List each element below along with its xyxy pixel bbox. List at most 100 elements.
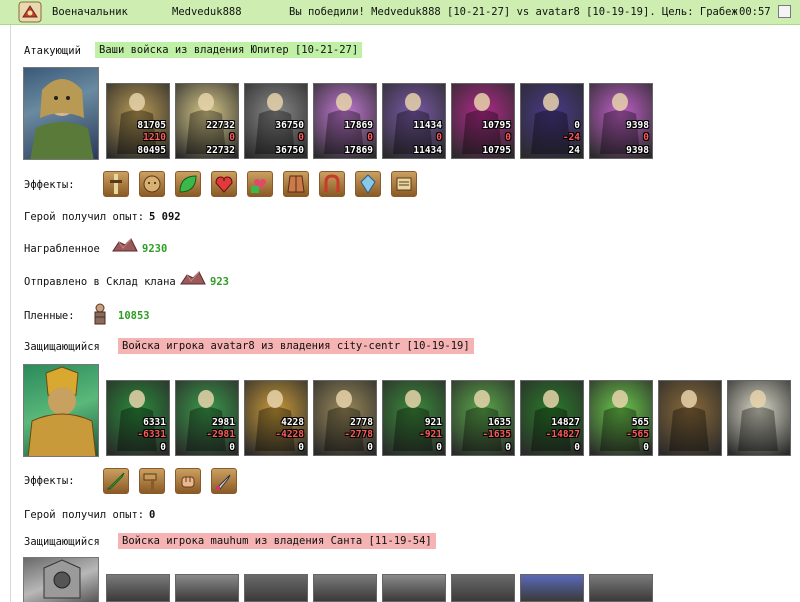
unit-count-end: 24 bbox=[568, 145, 580, 156]
defender2-unit-card[interactable] bbox=[106, 574, 170, 602]
fist-icon[interactable] bbox=[175, 468, 201, 494]
unit-count-start: 9398 bbox=[626, 120, 649, 131]
unit-count-start: 4228 bbox=[281, 417, 304, 428]
defender1-unit-card[interactable]: 14827 -14827 0 bbox=[520, 380, 584, 456]
battle-result-message: Вы победили! Medveduk888 [10-21-27] vs a… bbox=[289, 6, 738, 18]
defender2-unit-card[interactable] bbox=[520, 574, 584, 602]
defender2-label: Защищающийся bbox=[24, 536, 100, 548]
loot-label: Награбленное bbox=[24, 243, 100, 255]
unit-figure-icon bbox=[669, 390, 709, 451]
attacker-tag: Ваши войска из владения Юпитер [10-21-27… bbox=[95, 42, 363, 58]
unit-count-lost: 0 bbox=[505, 132, 511, 143]
unit-count-start: 14827 bbox=[551, 417, 580, 428]
unit-count-end: 0 bbox=[160, 442, 166, 453]
unit-count-lost: -4228 bbox=[275, 429, 304, 440]
attacker-unit-card[interactable]: 10795 0 10795 bbox=[451, 83, 515, 159]
attacker-unit-card[interactable]: 22732 0 22732 bbox=[175, 83, 239, 159]
defender1-unit-card[interactable]: 921 -921 0 bbox=[382, 380, 446, 456]
unit-count-lost: 0 bbox=[229, 132, 235, 143]
unit-count-end: 0 bbox=[505, 442, 511, 453]
attacker-unit-card[interactable]: 9398 0 9398 bbox=[589, 83, 653, 159]
unit-count-start: 921 bbox=[424, 417, 442, 428]
unit-count-lost: -24 bbox=[562, 132, 580, 143]
defender1-hero-portrait[interactable] bbox=[23, 364, 99, 457]
attacker-unit-card[interactable]: 81705 1210 80495 bbox=[106, 83, 170, 159]
close-checkbox[interactable] bbox=[778, 5, 791, 18]
unit-count-start: 17869 bbox=[344, 120, 373, 131]
unit-count-end: 0 bbox=[436, 442, 442, 453]
defender1-unit-card[interactable]: 565 -565 0 bbox=[589, 380, 653, 456]
clan-storage-label: Отправлено в Склад клана bbox=[24, 276, 176, 288]
header-title: Военачальник bbox=[52, 6, 128, 18]
clan-storage-value: 923 bbox=[210, 276, 229, 288]
header-bar: Военачальник Medveduk888 Вы победили! Me… bbox=[0, 0, 800, 25]
defender2-unit-card[interactable] bbox=[451, 574, 515, 602]
defender1-unit-card[interactable] bbox=[658, 380, 722, 456]
dagger-icon[interactable] bbox=[211, 468, 237, 494]
defender1-unit-card[interactable]: 1635 -1635 0 bbox=[451, 380, 515, 456]
defender2-unit-card[interactable] bbox=[313, 574, 377, 602]
defender1-unit-card[interactable] bbox=[727, 380, 791, 456]
unit-count-end: 11434 bbox=[413, 145, 442, 156]
unit-count-start: 0 bbox=[574, 120, 580, 131]
defender1-unit-card[interactable]: 4228 -4228 0 bbox=[244, 380, 308, 456]
unit-count-end: 9398 bbox=[626, 145, 649, 156]
unit-count-lost: 0 bbox=[367, 132, 373, 143]
unit-count-lost: -2981 bbox=[206, 429, 235, 440]
unit-figure-icon bbox=[738, 390, 778, 451]
unit-count-start: 2981 bbox=[212, 417, 235, 428]
defender1-unit-card[interactable]: 6331 -6331 0 bbox=[106, 380, 170, 456]
defender1-unit-card[interactable]: 2981 -2981 0 bbox=[175, 380, 239, 456]
unit-count-lost: 0 bbox=[298, 132, 304, 143]
scroll-icon[interactable] bbox=[391, 171, 417, 197]
unit-count-lost: -14827 bbox=[545, 429, 580, 440]
horseshoe-icon[interactable] bbox=[319, 171, 345, 197]
attacker-exp-value: 5 092 bbox=[149, 211, 181, 223]
armor-icon[interactable] bbox=[283, 171, 309, 197]
unit-count-end: 10795 bbox=[482, 145, 511, 156]
attacker-unit-card[interactable]: 36750 0 36750 bbox=[244, 83, 308, 159]
defender1-unit-card[interactable]: 2778 -2778 0 bbox=[313, 380, 377, 456]
attacker-unit-card[interactable]: 17869 0 17869 bbox=[313, 83, 377, 159]
defender2-unit-card[interactable] bbox=[175, 574, 239, 602]
attacker-effects-label: Эффекты: bbox=[24, 179, 75, 191]
defender1-effects-label: Эффекты: bbox=[24, 475, 75, 487]
attacker-unit-card[interactable]: 11434 0 11434 bbox=[382, 83, 446, 159]
defender2-unit-card[interactable] bbox=[244, 574, 308, 602]
unit-count-lost: -6331 bbox=[137, 429, 166, 440]
prisoner-icon bbox=[91, 303, 109, 330]
header-time: 00:57 bbox=[739, 6, 771, 18]
defender2-hero-portrait[interactable] bbox=[23, 557, 99, 602]
lion-head-icon[interactable] bbox=[139, 171, 165, 197]
attacker-unit-card[interactable]: 0 -24 24 bbox=[520, 83, 584, 159]
unit-count-lost: -921 bbox=[419, 429, 442, 440]
attacker-hero-portrait[interactable] bbox=[23, 67, 99, 160]
loot-value: 9230 bbox=[142, 243, 168, 255]
unit-count-lost: 0 bbox=[436, 132, 442, 143]
heart-icon[interactable] bbox=[211, 171, 237, 197]
unit-count-start: 22732 bbox=[206, 120, 235, 131]
defender2-unit-card[interactable] bbox=[589, 574, 653, 602]
hammer-icon[interactable] bbox=[139, 468, 165, 494]
game-logo-icon[interactable] bbox=[18, 1, 42, 23]
header-username[interactable]: Medveduk888 bbox=[172, 6, 242, 18]
defender1-exp-value: 0 bbox=[149, 509, 156, 521]
defender1-label: Защищающийся bbox=[24, 341, 100, 353]
sword-hilt-icon[interactable] bbox=[103, 171, 129, 197]
defender2-unit-card[interactable] bbox=[382, 574, 446, 602]
unit-count-start: 565 bbox=[631, 417, 649, 428]
attacker-label: Атакующий bbox=[24, 45, 81, 57]
ore-resource-icon bbox=[111, 236, 139, 257]
green-sword-icon[interactable] bbox=[103, 468, 129, 494]
defender1-exp-label: Герой получил опыт: bbox=[24, 509, 145, 521]
gift-heart-icon[interactable] bbox=[247, 171, 273, 197]
unit-count-lost: -1635 bbox=[482, 429, 511, 440]
unit-count-end: 0 bbox=[229, 442, 235, 453]
battle-report-content: Атакующий Ваши войска из владения Юпитер… bbox=[10, 25, 800, 602]
crystal-icon[interactable] bbox=[355, 171, 381, 197]
unit-count-end: 0 bbox=[298, 442, 304, 453]
defender2-tag: Войска игрока mauhum из владения Санта [… bbox=[118, 533, 436, 549]
green-leaf-icon[interactable] bbox=[175, 171, 201, 197]
unit-count-start: 36750 bbox=[275, 120, 304, 131]
unit-count-lost: -2778 bbox=[344, 429, 373, 440]
